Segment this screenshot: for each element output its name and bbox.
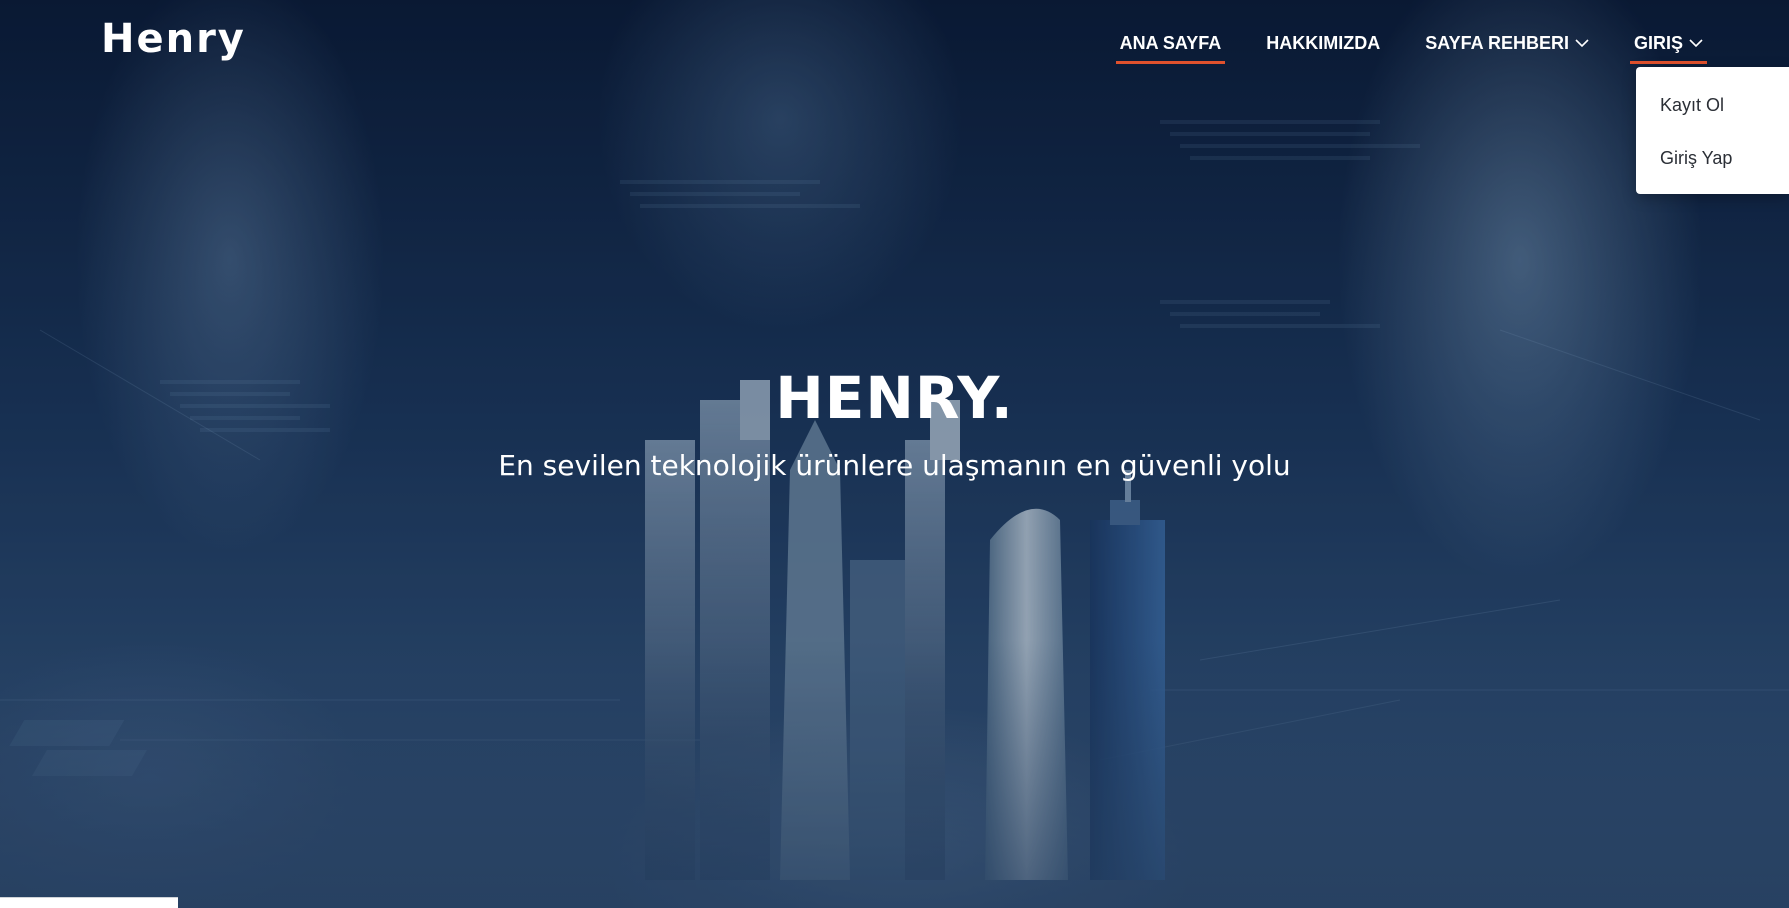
nav-item-giris[interactable]: GIRIŞ <box>1629 27 1708 64</box>
nav-item-label: ANA SAYFA <box>1119 32 1222 53</box>
nav-item-ana-sayfa[interactable]: ANA SAYFA <box>1115 27 1226 64</box>
hero-subtitle: En sevilen teknolojik ürünlere ulaşmanın… <box>498 449 1291 482</box>
page: Henry ANA SAYFA HAKKIMIZDA SAYFA REHBERI… <box>0 0 1789 908</box>
nav-item-sayfa-rehberi[interactable]: SAYFA REHBERI <box>1421 27 1593 64</box>
dropdown-item-giris-yap[interactable]: Giriş Yap <box>1636 140 1789 193</box>
chevron-down-icon <box>1689 38 1703 48</box>
bottom-left-panel <box>0 897 178 908</box>
main-nav: ANA SAYFA HAKKIMIZDA SAYFA REHBERI GIRIŞ <box>1079 0 1708 90</box>
dropdown-item-kayit-ol[interactable]: Kayıt Ol <box>1636 87 1789 140</box>
giris-dropdown-menu: Kayıt Ol Giriş Yap <box>1636 67 1789 194</box>
chevron-down-icon <box>1575 38 1589 48</box>
nav-item-label: SAYFA REHBERI <box>1425 32 1569 53</box>
nav-item-label: GIRIŞ <box>1633 32 1683 53</box>
nav-item-hakkimizda[interactable]: HAKKIMIZDA <box>1262 27 1384 64</box>
nav-item-label: HAKKIMIZDA <box>1266 32 1381 53</box>
hero-title: HENRY. <box>775 364 1014 432</box>
brand-logo[interactable]: Henry <box>101 16 246 62</box>
